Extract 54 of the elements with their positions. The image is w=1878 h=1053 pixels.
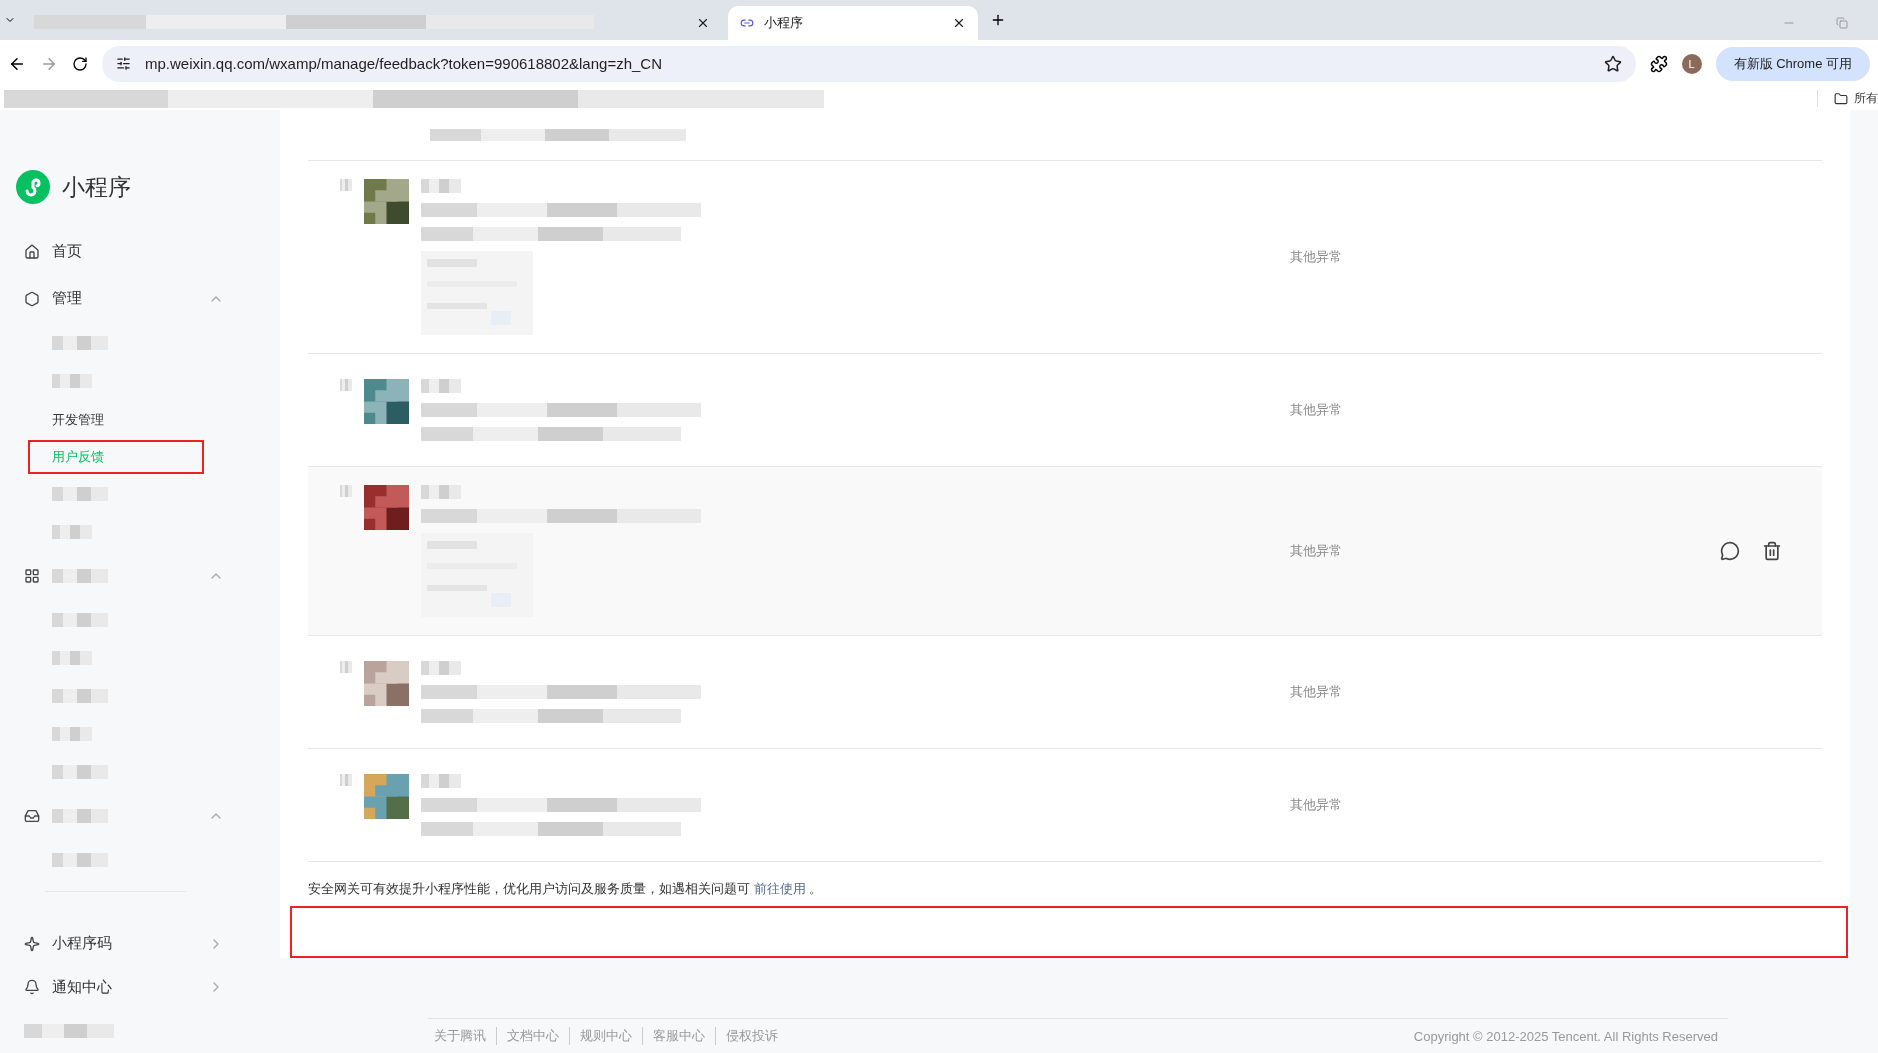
blurred-text [52,486,108,501]
blurred-text [52,335,108,350]
star-icon[interactable] [1603,54,1622,73]
copyright-text: Copyright © 2012-2025 Tencent. All Rights Reserved [1413,1028,1719,1044]
reply-icon[interactable] [1720,541,1740,561]
blurred-text [421,179,461,193]
new-tab-icon[interactable] [990,12,1006,28]
close-icon[interactable] [696,16,710,30]
blurred-text [52,726,92,741]
blurred-text [421,661,461,675]
address-bar[interactable]: mp.weixin.qq.com/wxamp/manage/feedback?token=990618802&lang=zh_CN [102,45,1636,82]
blurred-text [52,612,108,627]
blurred-text [52,524,92,539]
update-button[interactable]: 有新版 Chrome 可用 [1715,46,1870,81]
home-icon [24,243,40,260]
blurred-text [52,808,108,823]
bell-icon [24,979,40,996]
blurred-text [52,764,108,779]
blurred-text [421,485,461,499]
sidebar-item[interactable]: 首页 [0,230,224,274]
grid-icon [24,567,40,584]
blurred-text [52,688,108,703]
site-settings-icon[interactable] [116,56,131,71]
blurred-text [421,379,461,393]
reload-icon[interactable] [72,55,88,72]
tray-icon [24,807,40,824]
feedback-type: 其他异常 [1290,401,1343,419]
notice-link[interactable]: 前往使用 [753,881,806,896]
sparkle-icon [24,935,40,952]
sidebar-item[interactable]: 小程序码 [0,921,224,966]
feedback-type: 其他异常 [1290,683,1343,701]
app-name: 小程序 [62,172,131,202]
blurred-text [52,373,92,388]
delete-icon[interactable] [1762,541,1782,561]
blurred-text [52,852,108,867]
folder-icon [1834,91,1848,106]
bookmark-folder[interactable]: 所有 [1817,90,1878,107]
sidebar-item[interactable]: 通知中心 [0,965,224,1010]
blurred-text [52,568,108,583]
extensions-icon[interactable] [1649,54,1668,73]
close-icon[interactable] [952,16,966,30]
blurred-text [52,650,92,665]
notice-text: 安全网关可有效提升小程序性能，优化用户访问及服务质量，如遇相关问题可 前往使用 。 [308,880,824,898]
hexagon-icon [24,290,40,307]
link-icon [740,16,754,30]
sidebar-group[interactable]: 管理 [0,273,224,324]
profile-avatar[interactable]: L [1681,53,1702,74]
blurred-text [421,774,461,788]
feedback-type: 其他异常 [1290,248,1343,266]
feedback-type: 其他异常 [1290,796,1343,814]
logo-icon [16,170,50,204]
feedback-type: 其他异常 [1290,542,1343,560]
browser-tab[interactable]: 小程序 [728,6,978,40]
sidebar-subitem[interactable]: 开发管理 [28,402,204,437]
